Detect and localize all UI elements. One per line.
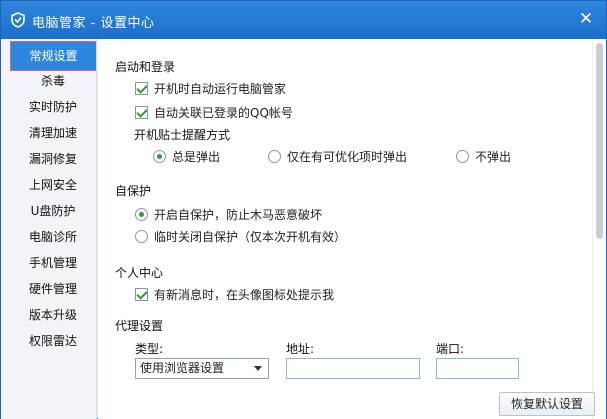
sidebar-item-clinic[interactable]: 电脑诊所 [9,224,97,250]
tip-option-always[interactable]: 总是弹出 [153,148,220,164]
checkbox-checked-icon [135,81,148,95]
proxy-type-label: 类型: [135,342,164,356]
proxy-address-label: 地址: [286,342,315,356]
startup-heading: 启动和登录 [115,60,176,74]
close-icon[interactable]: ✕ [576,9,596,29]
vertical-scrollbar[interactable] [592,39,606,419]
sidebar-item-vulnerability[interactable]: 漏洞修复 [9,146,97,172]
tip-option-when-optimizable[interactable]: 仅在有可优化项时弹出 [268,148,407,164]
tip-mode-label: 开机贴士提醒方式 [134,128,231,142]
sidebar-item-web-security[interactable]: 上网安全 [9,172,97,198]
link-qq-checkbox[interactable]: 自动关联已登录的QQ帐号 [135,104,293,120]
sidebar-item-usb[interactable]: U盘防护 [9,198,97,224]
restore-defaults-button[interactable]: 恢复默认设置 [499,392,595,416]
sidebar-item-phone[interactable]: 手机管理 [9,250,97,276]
window-title: 电脑管家 - 设置中心 [32,16,155,31]
autorun-checkbox[interactable]: 开机时自动运行电脑管家 [135,80,286,96]
radio-unselected-icon [135,229,148,243]
scrollbar-thumb[interactable] [596,43,603,239]
sidebar-item-permission[interactable]: 权限雷达 [9,328,97,354]
proxy-port-label: 端口: [436,342,465,356]
sidebar-item-cleanup[interactable]: 清理加速 [9,120,97,146]
radio-unselected-icon [268,149,281,163]
selfprotect-off-radio[interactable]: 临时关闭自保护（仅本次开机有效） [135,228,346,244]
sidebar-item-upgrade[interactable]: 版本升级 [9,302,97,328]
notify-checkbox[interactable]: 有新消息时，在头像图标处提示我 [135,286,334,302]
proxy-type-select[interactable]: 使用浏览器设置 [135,358,269,379]
sidebar-item-hardware[interactable]: 硬件管理 [9,276,97,302]
selfprotect-heading: 自保护 [115,184,152,198]
checkbox-checked-icon [135,105,148,119]
chevron-down-icon [254,366,262,371]
proxy-address-input[interactable] [286,358,420,379]
radio-selected-icon [153,149,166,163]
radio-selected-icon [135,207,148,221]
shield-logo-icon [11,12,25,28]
tip-option-never[interactable]: 不弹出 [456,148,511,164]
sidebar: 常规设置 杀毒 实时防护 清理加速 漏洞修复 上网安全 U盘防护 电脑诊所 手机… [1,39,97,419]
sidebar-item-general[interactable]: 常规设置 [10,41,96,71]
sidebar-item-antivirus[interactable]: 杀毒 [9,68,97,94]
radio-unselected-icon [456,149,469,163]
selfprotect-on-radio[interactable]: 开启自保护，防止木马恶意破坏 [135,206,322,222]
sidebar-item-realtime[interactable]: 实时防护 [9,94,97,120]
checkbox-checked-icon [135,287,148,301]
settings-window: 电脑管家 - 设置中心 ✕ 常规设置 杀毒 实时防护 清理加速 漏洞修复 上网安… [0,0,607,419]
personal-heading: 个人中心 [115,266,164,280]
title-bar: 电脑管家 - 设置中心 ✕ [1,1,606,39]
proxy-heading: 代理设置 [115,319,164,333]
proxy-port-input[interactable] [436,358,519,379]
